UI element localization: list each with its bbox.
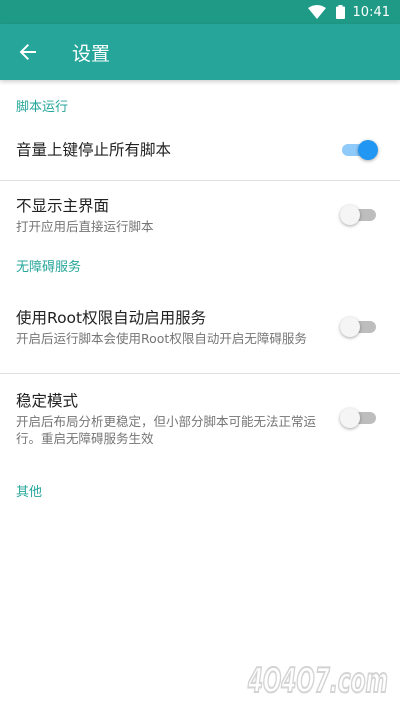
watermark-logo: 4O4O7.com	[246, 660, 389, 702]
watermark-text: 4O4O7.com	[247, 661, 388, 701]
status-time: 10:41	[352, 4, 390, 20]
root-enable-switch[interactable]	[340, 317, 376, 337]
arrow-back-icon	[19, 44, 36, 60]
pref-title: 稳定模式	[16, 391, 79, 410]
status-bar: 10:41	[0, 0, 400, 24]
switch-thumb	[340, 205, 360, 225]
app-bar: 设置	[0, 24, 400, 80]
pref-title: 使用Root权限自动启用服务	[16, 309, 207, 327]
section-header-script-run: 脚本运行	[0, 80, 400, 130]
pref-summary: 开启后运行脚本会使用Root权限自动开启无障碍服务	[16, 331, 307, 346]
pref-stable-mode[interactable]: 稳定模式 开启后布局分析更稳定，但小部分脚本可能无法正常运行。重启无障碍服务生效	[0, 374, 400, 462]
battery-icon	[335, 5, 345, 19]
switch-thumb	[340, 317, 360, 337]
section-header-accessibility: 无障碍服务	[0, 249, 400, 281]
section-header-label: 其他	[16, 484, 43, 500]
pref-hide-main[interactable]: 不显示主界面 打开应用后直接运行脚本	[0, 181, 400, 249]
section-header-label: 脚本运行	[16, 99, 69, 115]
switch-thumb	[340, 408, 360, 428]
stable-mode-switch[interactable]	[340, 408, 376, 428]
switch-thumb	[358, 140, 378, 160]
volume-stop-switch[interactable]	[342, 140, 378, 160]
section-header-other: 其他	[0, 462, 400, 518]
pref-title: 音量上键停止所有脚本	[16, 141, 172, 159]
pref-volume-stop[interactable]: 音量上键停止所有脚本	[0, 130, 400, 170]
pref-summary: 打开应用后直接运行脚本	[16, 219, 154, 234]
page-title: 设置	[72, 42, 111, 65]
hide-main-switch[interactable]	[340, 205, 376, 225]
settings-list: 脚本运行 音量上键停止所有脚本 不显示主界面 打开应用后直接运行脚本 无障碍服务…	[0, 80, 400, 518]
pref-title: 不显示主界面	[16, 197, 110, 215]
wifi-icon	[307, 5, 326, 19]
back-button[interactable]	[0, 24, 56, 80]
pref-summary: 开启后布局分析更稳定，但小部分脚本可能无法正常运行。重启无障碍服务生效	[16, 413, 317, 446]
section-header-label: 无障碍服务	[16, 259, 82, 275]
pref-root-enable[interactable]: 使用Root权限自动启用服务 开启后运行脚本会使用Root权限自动开启无障碍服务	[0, 281, 400, 373]
